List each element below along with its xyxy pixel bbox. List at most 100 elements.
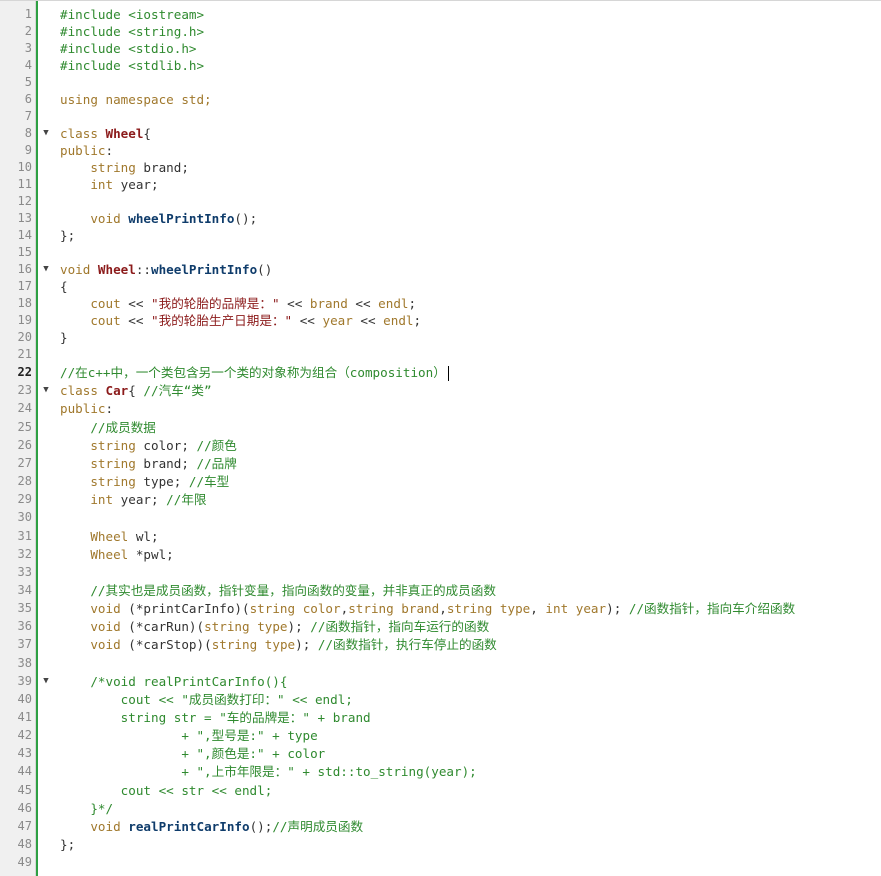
code-text: //其实也是成员函数，指针变量，指向函数的变量，并非真正的成员函数 [90,583,496,598]
code-line[interactable]: 43 + ",颜色是:" + color [0,745,881,762]
code-line[interactable]: 23 ▼ class Car{ //汽车“类” [0,382,881,399]
code-text: #include <stdlib.h> [60,58,205,73]
code-line[interactable]: 37 void (*carStop)(string type); //函数指针，… [0,636,881,653]
code-line[interactable]: 44 + ",上市年限是：" + std::to_string(year); [0,763,881,780]
code-line[interactable]: 38 [0,655,881,672]
fold-toggle-icon[interactable]: ▼ [41,382,51,399]
line-number: 35 [17,601,32,615]
code-line[interactable]: 26 string color; //颜色 [0,437,881,454]
code-line[interactable]: 12 [0,193,881,210]
code-line[interactable]: 27 string brand; //品牌 [0,455,881,472]
line-number: 27 [17,456,32,470]
code-line[interactable]: 16 ▼ void Wheel::wheelPrintInfo() [0,261,881,278]
code-text: cout << "我的轮胎生产日期是：" << year << endl; [90,313,422,328]
line-number: 12 [17,194,32,208]
code-line[interactable]: 9 public: [0,142,881,159]
code-line[interactable]: 32 Wheel *pwl; [0,546,881,563]
code-line[interactable]: 2 #include <string.h> [0,23,881,40]
text-cursor [447,366,449,381]
code-text: void (*printCarInfo)(string color,string… [90,601,796,616]
code-text: void wheelPrintInfo(); [90,211,258,226]
code-line[interactable]: 36 void (*carRun)(string type); //函数指针，指… [0,618,881,635]
code-text: } [60,330,68,345]
line-number: 48 [17,837,32,851]
code-line[interactable]: 30 [0,509,881,526]
code-text: { [60,279,68,294]
line-number: 26 [17,438,32,452]
line-number: 36 [17,619,32,633]
fold-toggle-icon[interactable]: ▼ [41,673,51,690]
code-line[interactable]: 8 ▼ class Wheel{ [0,125,881,142]
code-line[interactable]: 46 }*/ [0,800,881,817]
code-text: }; [60,228,76,243]
line-number: 15 [17,245,32,259]
code-text: string str = "车的品牌是：" + brand [60,710,371,725]
line-number: 21 [17,347,32,361]
code-text: void (*carRun)(string type); //函数指针，指向车运… [90,619,490,634]
code-line[interactable]: 17 { [0,278,881,295]
code-line[interactable]: 15 [0,244,881,261]
code-line[interactable]: 14}; [0,227,881,244]
code-line[interactable]: 21 [0,346,881,363]
code-line[interactable]: 24 public: [0,400,881,417]
code-line[interactable]: 3 #include <stdio.h> [0,40,881,57]
code-text: public: [60,143,114,158]
line-number: 20 [17,330,32,344]
code-line[interactable]: 40 cout << "成员函数打印：" << endl; [0,691,881,708]
line-number: 19 [17,313,32,327]
line-number: 38 [17,656,32,670]
code-text: /*void realPrintCarInfo(){ [60,674,288,689]
code-line[interactable]: 31 Wheel wl; [0,528,881,545]
code-line[interactable]: 6 using namespace std; [0,91,881,108]
code-line[interactable]: 39 ▼ /*void realPrintCarInfo(){ [0,673,881,690]
line-number: 42 [17,728,32,742]
code-editor[interactable]: 1 #include <iostream> 2 #include <string.h>… [0,0,881,876]
fold-toggle-icon[interactable]: ▼ [41,125,51,142]
code-line[interactable]: 47 void realPrintCarInfo();//声明成员函数 [0,818,881,835]
line-number: 16 [17,262,32,276]
line-number: 7 [24,109,32,123]
code-line[interactable]: 35 void (*printCarInfo)(string color,str… [0,600,881,617]
code-line[interactable]: 20} [0,329,881,346]
line-number: 39 [17,674,32,688]
line-number: 17 [17,279,32,293]
line-number: 10 [17,160,32,174]
line-number: 47 [17,819,32,833]
code-line[interactable]: 34 //其实也是成员函数，指针变量，指向函数的变量，并非真正的成员函数 [0,582,881,599]
code-line[interactable]: 19 cout << "我的轮胎生产日期是：" << year << endl; [0,312,881,329]
code-text: Wheel wl; [90,529,159,544]
code-line[interactable]: 48}; [0,836,881,853]
line-number: 29 [17,492,32,506]
code-line[interactable]: 7 [0,108,881,125]
code-text: public: [60,401,114,416]
code-line[interactable]: 18 cout << "我的轮胎的品牌是：" << brand << endl; [0,295,881,312]
line-number: 3 [24,41,32,55]
code-line[interactable]: 10 string brand; [0,159,881,176]
code-line[interactable]: 28 string type; //车型 [0,473,881,490]
code-line[interactable]: 4 #include <stdlib.h> [0,57,881,74]
code-text: using namespace std; [60,92,212,107]
line-number: 34 [17,583,32,597]
line-number: 9 [24,143,32,157]
code-line[interactable]: 22 //在c++中，一个类包含另一个类的对象称为组合（composition） [0,364,881,381]
code-line[interactable]: 11 int year; [0,176,881,193]
code-line[interactable]: 1 #include <iostream> [0,6,881,23]
code-line[interactable]: 29 int year; //年限 [0,491,881,508]
code-line[interactable]: 42 + ",型号是:" + type [0,727,881,744]
code-line[interactable]: 41 string str = "车的品牌是：" + brand [0,709,881,726]
code-line[interactable]: 33 [0,564,881,581]
line-number: 23 [17,383,32,397]
line-number: 49 [17,855,32,869]
code-line[interactable]: 5 [0,74,881,91]
code-line[interactable]: 25 //成员数据 [0,419,881,436]
fold-toggle-icon[interactable]: ▼ [41,261,51,278]
line-number: 45 [17,783,32,797]
line-number: 24 [17,401,32,415]
code-line[interactable]: 45 cout << str << endl; [0,782,881,799]
line-number: 11 [17,177,32,191]
code-line[interactable]: 49 [0,854,881,871]
code-line[interactable]: 13 void wheelPrintInfo(); [0,210,881,227]
line-number: 8 [24,126,32,140]
line-number: 33 [17,565,32,579]
code-text: class Car{ //汽车“类” [60,383,212,398]
